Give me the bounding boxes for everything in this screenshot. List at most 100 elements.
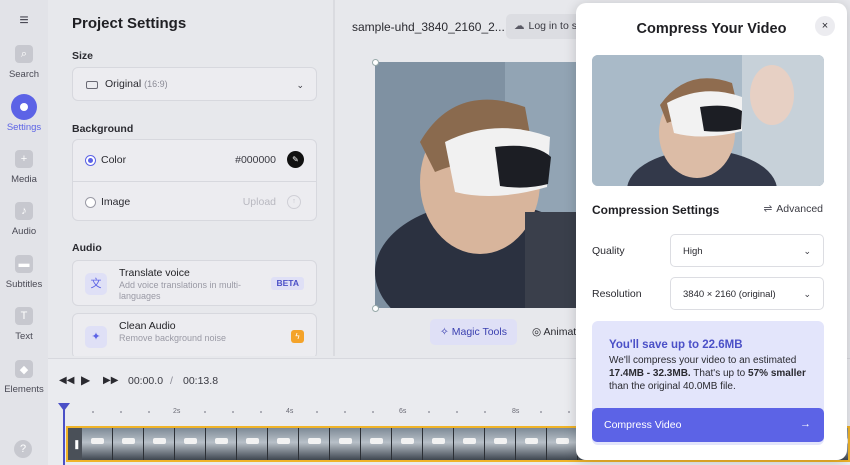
ruler-dot <box>204 411 206 413</box>
resolution-label: Resolution <box>592 288 642 300</box>
panel-divider <box>333 0 335 356</box>
vr-child-image <box>375 62 585 308</box>
rail-item-subtitles[interactable]: ▬ Subtitles <box>0 255 48 290</box>
clip-frame <box>423 428 454 460</box>
translate-icon: 文 <box>85 273 107 295</box>
ruler-dot <box>92 411 94 413</box>
upload-icon[interactable]: ↑ <box>287 195 301 209</box>
compress-video-button[interactable]: Compress Video → <box>592 408 824 442</box>
translate-voice-card[interactable]: 文 Translate voice Add voice translations… <box>72 260 317 306</box>
help-icon[interactable]: ? <box>14 440 32 458</box>
ruler-tick: 8s <box>512 408 520 415</box>
rail-item-label: Elements <box>4 384 44 395</box>
advanced-button[interactable]: ⇌ Advanced <box>763 203 823 215</box>
clip-frame <box>144 428 175 460</box>
video-preview[interactable] <box>375 62 585 308</box>
ruler-dot <box>428 411 430 413</box>
close-icon[interactable]: × <box>815 16 835 36</box>
savings-percent: 57% smaller <box>748 368 806 379</box>
magic-wand-icon: ✧ <box>440 326 449 338</box>
clip-frame <box>330 428 361 460</box>
background-options: Color #000000 ✎ Image Upload ↑ <box>72 139 317 221</box>
savings-text: We'll compress your video to an estimate… <box>609 355 797 366</box>
animation-button[interactable]: ◎ Animation <box>522 319 582 345</box>
resolution-select[interactable]: 3840 × 2160 (original) ⌄ <box>670 277 824 310</box>
search-icon: ⌕ <box>15 45 33 63</box>
background-image-row[interactable]: Image Upload ↑ <box>73 181 316 222</box>
clip-frame <box>237 428 268 460</box>
rail-item-label: Subtitles <box>5 279 43 290</box>
rail-item-settings[interactable]: Settings <box>0 94 48 133</box>
arrow-right-icon: → <box>800 418 811 430</box>
rewind-icon[interactable]: ◀◀ <box>59 375 74 386</box>
resolution-value: 3840 × 2160 (original) <box>683 289 776 300</box>
time-separator: / <box>170 375 173 387</box>
rail-item-media[interactable]: + Media <box>0 150 48 185</box>
panel-title: Project Settings <box>72 15 187 32</box>
background-color-row[interactable]: Color #000000 ✎ <box>73 140 316 181</box>
clean-audio-title: Clean Audio <box>119 320 176 332</box>
clip-trim-handle-icon[interactable]: ❚ <box>73 439 81 450</box>
translate-voice-title: Translate voice <box>119 267 190 279</box>
animation-icon: ◎ <box>532 326 542 338</box>
ruler-dot <box>316 411 318 413</box>
ruler-dot <box>232 411 234 413</box>
rail-item-text[interactable]: T Text <box>0 307 48 342</box>
playhead[interactable] <box>63 403 65 465</box>
text-icon: T <box>15 307 33 325</box>
magic-tools-label: Magic Tools <box>451 326 507 338</box>
ruler-dot <box>120 411 122 413</box>
ruler-dot <box>260 411 262 413</box>
video-thumbnail <box>592 55 824 186</box>
size-ratio: (16:9) <box>144 79 168 89</box>
subtitles-icon: ▬ <box>15 255 33 273</box>
resize-handle[interactable] <box>372 305 379 312</box>
quality-value: High <box>683 246 703 257</box>
savings-headline: You'll save up to 22.6MB <box>609 339 743 351</box>
rail-item-label: Settings <box>6 122 42 133</box>
music-note-icon: ♪ <box>15 202 33 220</box>
ruler-dot <box>344 411 346 413</box>
project-settings-panel: Project Settings Size Original (16:9) ⌄ … <box>56 0 333 356</box>
clip-frame <box>299 428 330 460</box>
rail-item-label: Search <box>8 69 40 80</box>
clean-audio-card[interactable]: ✦ Clean Audio Remove background noise ϟ <box>72 313 317 356</box>
clean-audio-desc: Remove background noise <box>119 333 227 343</box>
upload-link[interactable]: Upload <box>243 196 276 208</box>
savings-body: We'll compress your video to an estimate… <box>609 354 814 393</box>
color-picker-icon[interactable]: ✎ <box>287 151 304 168</box>
bolt-icon: ϟ <box>291 330 304 343</box>
play-icon[interactable]: ▶ <box>81 373 90 387</box>
size-select[interactable]: Original (16:9) ⌄ <box>72 67 317 101</box>
size-heading: Size <box>72 50 94 62</box>
rail-item-elements[interactable]: ◆ Elements <box>0 360 48 395</box>
rail-item-audio[interactable]: ♪ Audio <box>0 202 48 237</box>
elements-icon: ◆ <box>15 360 33 378</box>
resize-handle[interactable] <box>372 59 379 66</box>
clip-frame <box>206 428 237 460</box>
image-radio[interactable] <box>85 197 96 208</box>
cloud-off-icon: ☁ <box>514 20 525 32</box>
compress-video-label: Compress Video <box>604 419 682 431</box>
quality-label: Quality <box>592 245 625 257</box>
file-name[interactable]: sample-uhd_3840_2160_2... <box>352 20 505 34</box>
login-to-save-button[interactable]: ☁Log in to save <box>506 14 586 39</box>
ruler-tick: 6s <box>399 408 407 415</box>
sparkle-icon: ✦ <box>85 326 107 348</box>
ruler-dot <box>540 411 542 413</box>
clip-frame <box>392 428 423 460</box>
magic-tools-button[interactable]: ✧ Magic Tools <box>430 319 517 345</box>
savings-text: That's up to <box>690 368 749 379</box>
rail-item-search[interactable]: ⌕ Search <box>0 45 48 80</box>
quality-select[interactable]: High ⌄ <box>670 234 824 267</box>
sliders-icon: ⇌ <box>763 203 773 215</box>
current-time: 00:00.0 <box>128 375 164 387</box>
color-radio[interactable] <box>85 155 96 166</box>
fast-forward-icon[interactable]: ▶▶ <box>103 375 118 386</box>
clip-frame <box>485 428 516 460</box>
hamburger-menu-icon[interactable]: ≡ <box>14 13 34 29</box>
ruler-tick: 4s <box>286 408 294 415</box>
ruler-dot <box>568 411 570 413</box>
advanced-label: Advanced <box>776 203 823 215</box>
ruler-tick: 2s <box>173 408 181 415</box>
